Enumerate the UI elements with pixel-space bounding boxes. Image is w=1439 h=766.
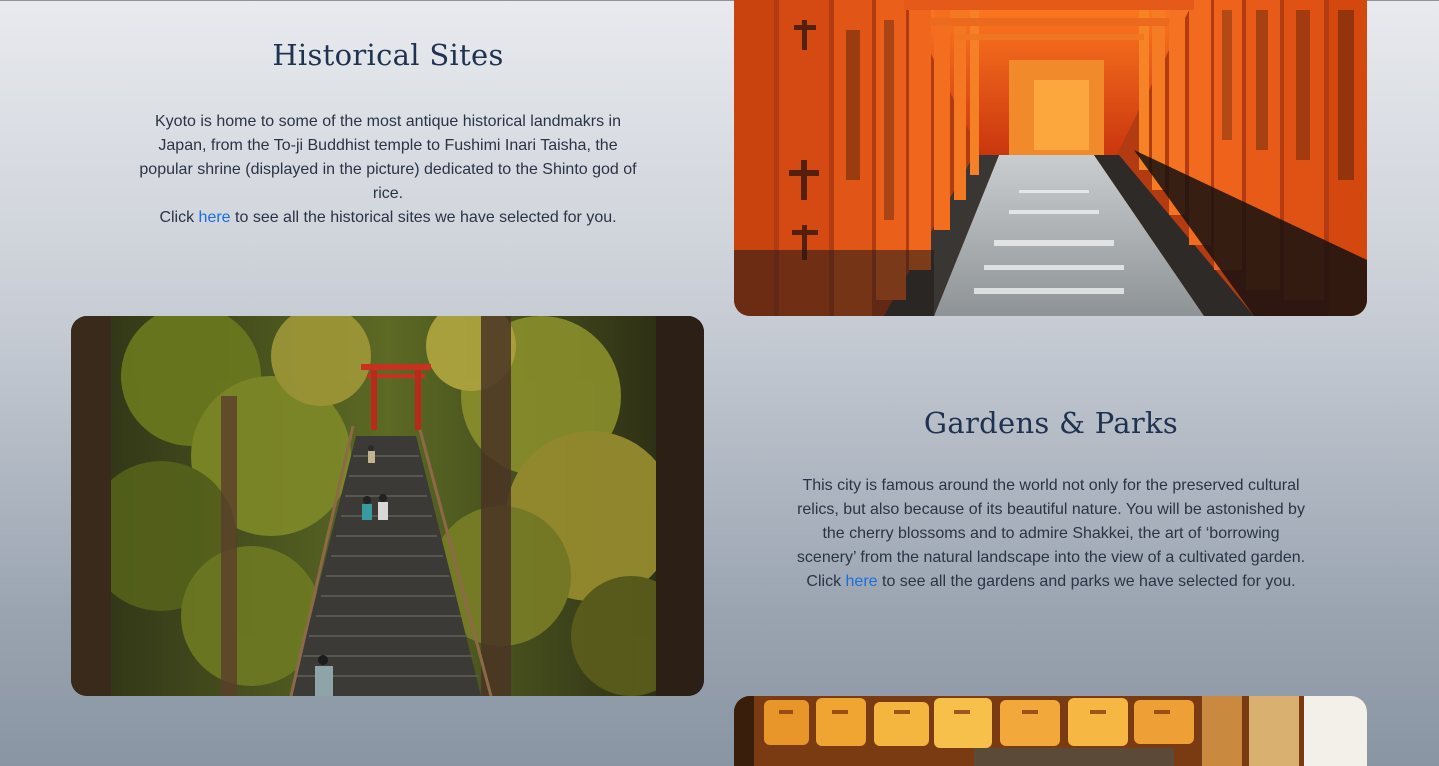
historical-sites-paragraph: Kyoto is home to some of the most antiqu… <box>136 110 640 230</box>
gardens-parks-title: Gardens & Parks <box>923 406 1179 440</box>
gardens-parks-cta-prefix: Click <box>806 573 846 590</box>
gardens-parks-here-link[interactable]: here <box>846 573 878 590</box>
gardens-parks-cta-suffix: to see all the gardens and parks we have… <box>877 573 1296 590</box>
historical-sites-cta-prefix: Click <box>159 209 199 226</box>
forest-stairs-photo <box>71 316 704 696</box>
historical-sites-cta-suffix: to see all the historical sites we have … <box>230 209 617 226</box>
historical-sites-section: Historical Sites Kyoto is home to some o… <box>136 38 640 230</box>
historical-sites-title: Historical Sites <box>272 38 504 72</box>
gardens-parks-description: This city is famous around the world not… <box>796 477 1306 566</box>
historical-sites-description: Kyoto is home to some of the most antiqu… <box>139 113 637 202</box>
fushimi-inari-photo <box>734 0 1367 316</box>
lantern-street-photo <box>734 696 1367 766</box>
gardens-parks-section: Gardens & Parks This city is famous arou… <box>796 406 1306 594</box>
gardens-parks-paragraph: This city is famous around the world not… <box>796 474 1306 594</box>
historical-sites-here-link[interactable]: here <box>199 209 231 226</box>
